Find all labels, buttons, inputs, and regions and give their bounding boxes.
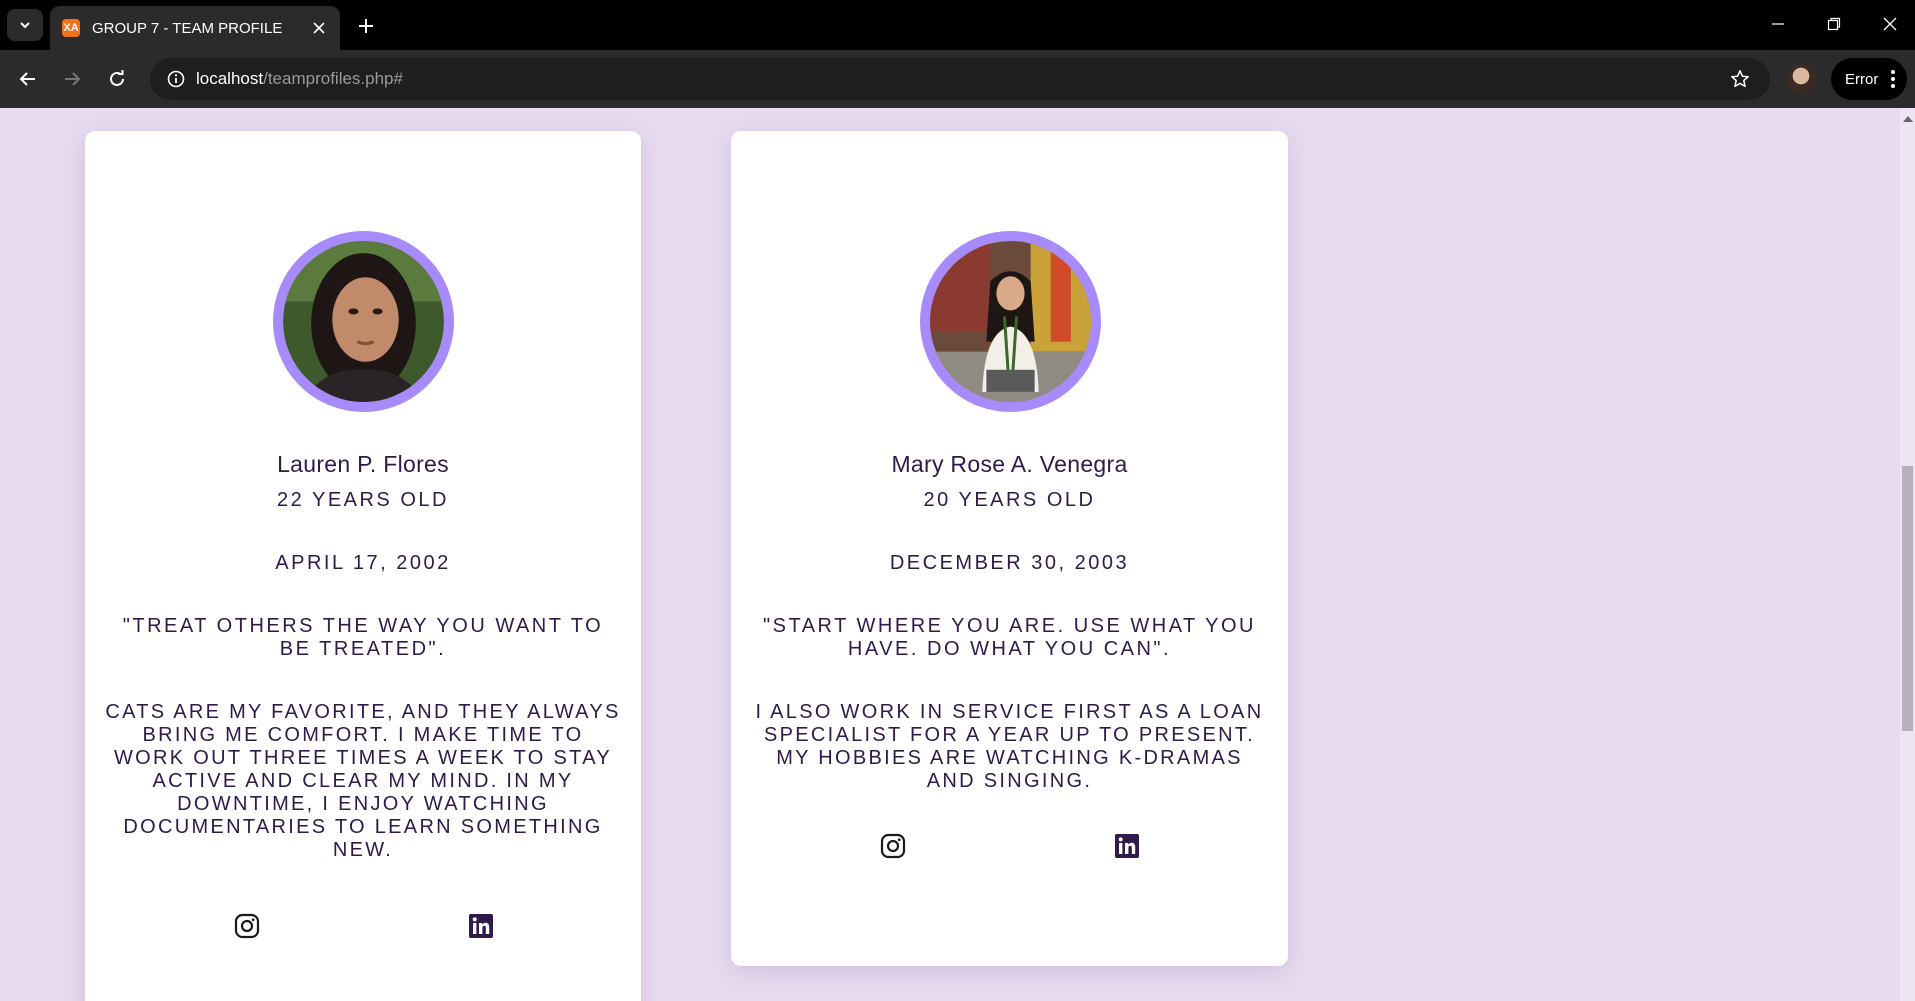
linkedin-link[interactable] — [466, 911, 496, 941]
profile-quote: "TREAT OTHERS THE WAY YOU WANT TO BE TRE… — [122, 615, 604, 660]
profile-photo-image — [283, 241, 444, 402]
site-info-button[interactable] — [160, 63, 192, 95]
profile-error-text: Error — [1845, 70, 1879, 88]
instagram-link[interactable] — [232, 911, 262, 941]
profile-name: Mary Rose A. Venegra — [891, 451, 1128, 477]
browser-tab-bar: XA GROUP 7 - TEAM PROFILE — [0, 0, 1915, 50]
close-window-button[interactable] — [1862, 0, 1915, 48]
star-icon — [1731, 70, 1749, 88]
tab-search-button[interactable] — [7, 9, 43, 41]
instagram-icon — [234, 913, 260, 939]
plus-icon — [359, 19, 373, 33]
favicon-icon: XA — [62, 19, 80, 37]
minimize-button[interactable] — [1750, 0, 1806, 48]
profile-card-lauren: Lauren P. Flores 22 YEARS OLD APRIL 17, … — [85, 131, 641, 1001]
profile-bio: CATS ARE MY FAVORITE, AND THEY ALWAYS BR… — [105, 701, 621, 861]
address-bar[interactable]: localhost/teamprofiles.php# — [150, 58, 1770, 100]
restore-button[interactable] — [1806, 0, 1862, 48]
url-path: /teamprofiles.php# — [263, 69, 403, 88]
bookmark-button[interactable] — [1724, 63, 1756, 95]
profile-error-chip[interactable]: Error — [1831, 58, 1907, 100]
profile-birthdate: APRIL 17, 2002 — [275, 552, 451, 574]
url-host: localhost — [196, 69, 264, 88]
tab-close-button[interactable] — [304, 13, 334, 43]
profile-birthdate: DECEMBER 30, 2003 — [889, 552, 1130, 574]
instagram-icon — [880, 833, 906, 859]
more-menu-icon — [1891, 70, 1895, 88]
profile-photo-image — [929, 241, 1091, 402]
profile-quote: "START WHERE YOU ARE. USE WHAT YOU HAVE.… — [763, 615, 1256, 660]
profile-card-mary-rose: Mary Rose A. Venegra 20 YEARS OLD DECEMB… — [731, 131, 1288, 966]
profile-avatar[interactable] — [1786, 64, 1816, 94]
url-text: localhost/teamprofiles.php# — [196, 69, 403, 89]
linkedin-icon — [1115, 834, 1139, 858]
profile-photo — [273, 231, 454, 412]
page-scrollbar[interactable] — [1900, 108, 1915, 1001]
reload-icon — [110, 70, 124, 86]
profile-age: 22 YEARS OLD — [277, 489, 449, 511]
arrow-left-icon — [19, 72, 35, 86]
linkedin-icon — [469, 914, 493, 938]
chevron-down-icon — [20, 22, 30, 29]
forward-button[interactable] — [56, 63, 88, 95]
browser-toolbar: localhost/teamprofiles.php# Error — [0, 50, 1915, 108]
tab-title: GROUP 7 - TEAM PROFILE — [92, 19, 283, 37]
reload-button[interactable] — [101, 63, 133, 95]
close-icon — [313, 22, 325, 34]
page-content: Lauren P. Flores 22 YEARS OLD APRIL 17, … — [0, 108, 1915, 1001]
close-icon — [1883, 17, 1897, 31]
profile-photo — [919, 231, 1101, 412]
scrollbar-thumb[interactable] — [1902, 466, 1913, 731]
browser-tab[interactable]: XA GROUP 7 - TEAM PROFILE — [50, 6, 340, 50]
arrow-right-icon — [65, 72, 81, 86]
scroll-up-arrow-icon[interactable] — [1903, 116, 1913, 122]
new-tab-button[interactable] — [350, 10, 382, 42]
back-button[interactable] — [12, 63, 44, 95]
linkedin-link[interactable] — [1112, 831, 1142, 861]
minimize-icon — [1772, 23, 1784, 25]
instagram-link[interactable] — [878, 831, 908, 861]
profile-name: Lauren P. Flores — [277, 451, 449, 477]
profile-age: 20 YEARS OLD — [923, 489, 1096, 511]
info-icon — [167, 70, 185, 88]
restore-icon — [1827, 17, 1841, 31]
profile-bio: I ALSO WORK IN SERVICE FIRST AS A LOAN S… — [755, 701, 1264, 792]
